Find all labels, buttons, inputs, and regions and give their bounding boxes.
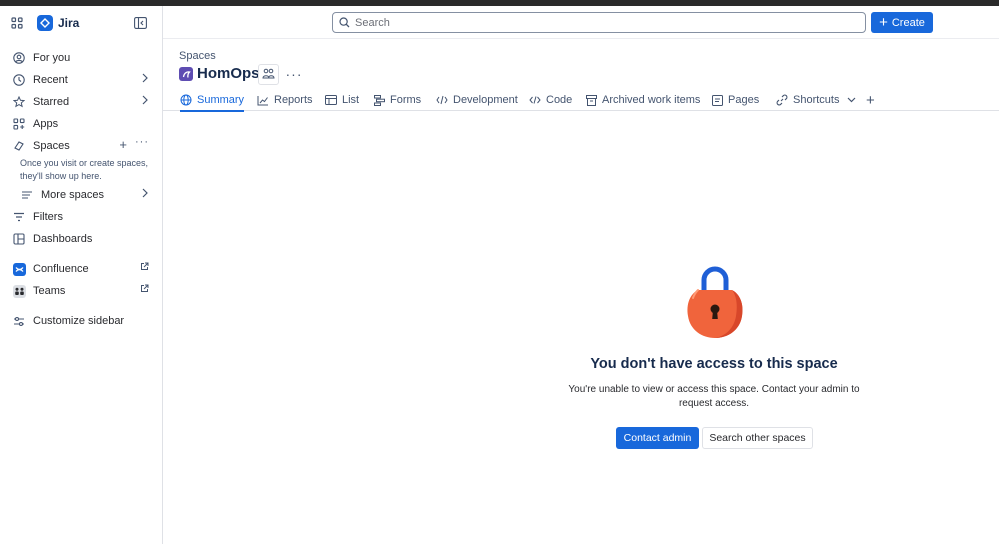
link-icon — [776, 94, 788, 106]
page-title: HomOps — [197, 65, 260, 82]
sidebar-item-dashboards[interactable]: Dashboards — [8, 229, 155, 249]
collapse-sidebar-icon[interactable] — [134, 16, 147, 32]
sidebar-item-label: Confluence — [33, 263, 89, 275]
chevron-right-icon — [141, 95, 149, 108]
forms-icon — [374, 94, 385, 106]
sidebar-item-label: Customize sidebar — [33, 315, 125, 327]
dashboard-icon — [12, 232, 26, 246]
list-icon — [20, 188, 34, 202]
archive-icon — [586, 94, 597, 106]
external-link-icon — [140, 262, 149, 274]
tab-label: Reports — [274, 94, 313, 106]
search-placeholder: Search — [355, 16, 390, 29]
teams-icon — [12, 284, 26, 298]
tab-list[interactable]: List — [325, 90, 359, 110]
tab-label: Summary — [197, 94, 245, 106]
globe-icon — [180, 94, 192, 106]
spaces-hint: Once you visit or create spaces, they'll… — [20, 158, 149, 181]
empty-state-body: You're unable to view or access this spa… — [568, 384, 860, 409]
tab-reports[interactable]: Reports — [257, 90, 313, 110]
tab-label: Development — [453, 94, 518, 106]
page-icon — [712, 94, 723, 106]
sidebar-item-filters[interactable]: Filters — [8, 207, 155, 227]
sidebar-item-teams[interactable]: Teams — [8, 281, 155, 301]
jira-logo-icon[interactable] — [37, 15, 53, 31]
tab-development[interactable]: Development — [436, 90, 518, 110]
star-icon — [12, 95, 26, 109]
empty-state-title: You don't have access to this space — [590, 356, 838, 372]
sidebar-item-label: Starred — [33, 96, 70, 108]
plus-icon: + — [866, 91, 875, 109]
more-actions-icon[interactable]: ··· — [135, 136, 149, 148]
sidebar-item-label: Apps — [33, 118, 59, 130]
contact-admin-button[interactable]: Contact admin — [616, 427, 699, 449]
chevron-right-icon — [141, 73, 149, 86]
code-slash-icon — [436, 95, 448, 105]
brand-name[interactable]: Jira — [58, 16, 79, 30]
tab-forms[interactable]: Forms — [374, 90, 421, 110]
spaces-icon — [12, 139, 26, 153]
external-link-icon — [140, 284, 149, 296]
confluence-icon — [12, 262, 26, 276]
plus-icon: + — [879, 14, 888, 31]
tab-label: Archived work items — [602, 94, 701, 106]
tab-label: Pages — [728, 94, 760, 106]
clock-icon — [12, 73, 26, 87]
sidebar-item-customize[interactable]: Customize sidebar — [8, 311, 155, 331]
sidebar-item-label: Teams — [33, 285, 66, 297]
sidebar-item-confluence[interactable]: Confluence — [8, 259, 155, 279]
padlock-illustration — [686, 266, 744, 343]
sidebar-item-label: Spaces — [33, 140, 70, 152]
add-tab-button[interactable]: + — [866, 90, 875, 110]
more-options-icon[interactable]: ··· — [286, 66, 302, 82]
tab-archived-work-items[interactable]: Archived work items — [586, 90, 700, 110]
tab-label: Shortcuts — [793, 94, 840, 106]
search-other-spaces-button[interactable]: Search other spaces — [702, 427, 813, 449]
add-space-icon[interactable]: + — [119, 137, 127, 152]
sidebar: Jira For you Recent Starred Apps Spaces … — [0, 6, 163, 544]
space-tabs: Summary Reports List Forms Development C… — [163, 90, 999, 112]
sidebar-brand: Jira — [0, 6, 163, 40]
tab-summary[interactable]: Summary — [180, 90, 245, 112]
tab-code[interactable]: Code — [529, 90, 572, 110]
tab-label: Code — [546, 94, 573, 106]
sidebar-item-apps[interactable]: Apps — [8, 114, 155, 134]
sidebar-item-recent[interactable]: Recent — [8, 70, 155, 90]
chevron-right-icon — [141, 188, 149, 201]
app-switcher-icon[interactable] — [11, 16, 23, 32]
space-avatar-icon — [179, 67, 193, 81]
team-button[interactable] — [258, 64, 279, 85]
sidebar-item-label: Recent — [33, 74, 68, 86]
table-icon — [325, 95, 337, 105]
sidebar-item-label: For you — [33, 52, 71, 64]
code-icon — [529, 95, 541, 105]
people-icon — [262, 67, 275, 83]
create-label: Create — [891, 16, 925, 29]
tab-label: Forms — [390, 94, 422, 106]
tab-pages[interactable]: Pages — [712, 90, 759, 110]
apps-icon — [12, 117, 26, 131]
sidebar-item-label: Filters — [33, 211, 63, 223]
search-icon — [339, 15, 350, 31]
tab-shortcuts[interactable]: Shortcuts — [776, 90, 856, 110]
breadcrumb[interactable]: Spaces — [179, 50, 216, 62]
filter-icon — [12, 210, 26, 224]
sidebar-item-spaces[interactable]: Spaces + ··· — [8, 136, 155, 156]
create-button[interactable]: + Create — [871, 12, 933, 33]
top-header: Search + Create — [163, 6, 999, 39]
sidebar-item-starred[interactable]: Starred — [8, 92, 155, 112]
tab-label: List — [342, 94, 360, 106]
sidebar-item-label: Dashboards — [33, 233, 93, 245]
sidebar-item-more-spaces[interactable]: More spaces — [16, 185, 155, 205]
sidebar-item-for-you[interactable]: For you — [8, 48, 155, 68]
line-chart-icon — [257, 95, 269, 106]
sidebar-item-label: More spaces — [41, 189, 104, 201]
sliders-icon — [12, 314, 26, 328]
search-input[interactable]: Search — [332, 12, 866, 33]
user-circle-icon — [12, 51, 26, 65]
chevron-down-icon — [847, 97, 856, 103]
